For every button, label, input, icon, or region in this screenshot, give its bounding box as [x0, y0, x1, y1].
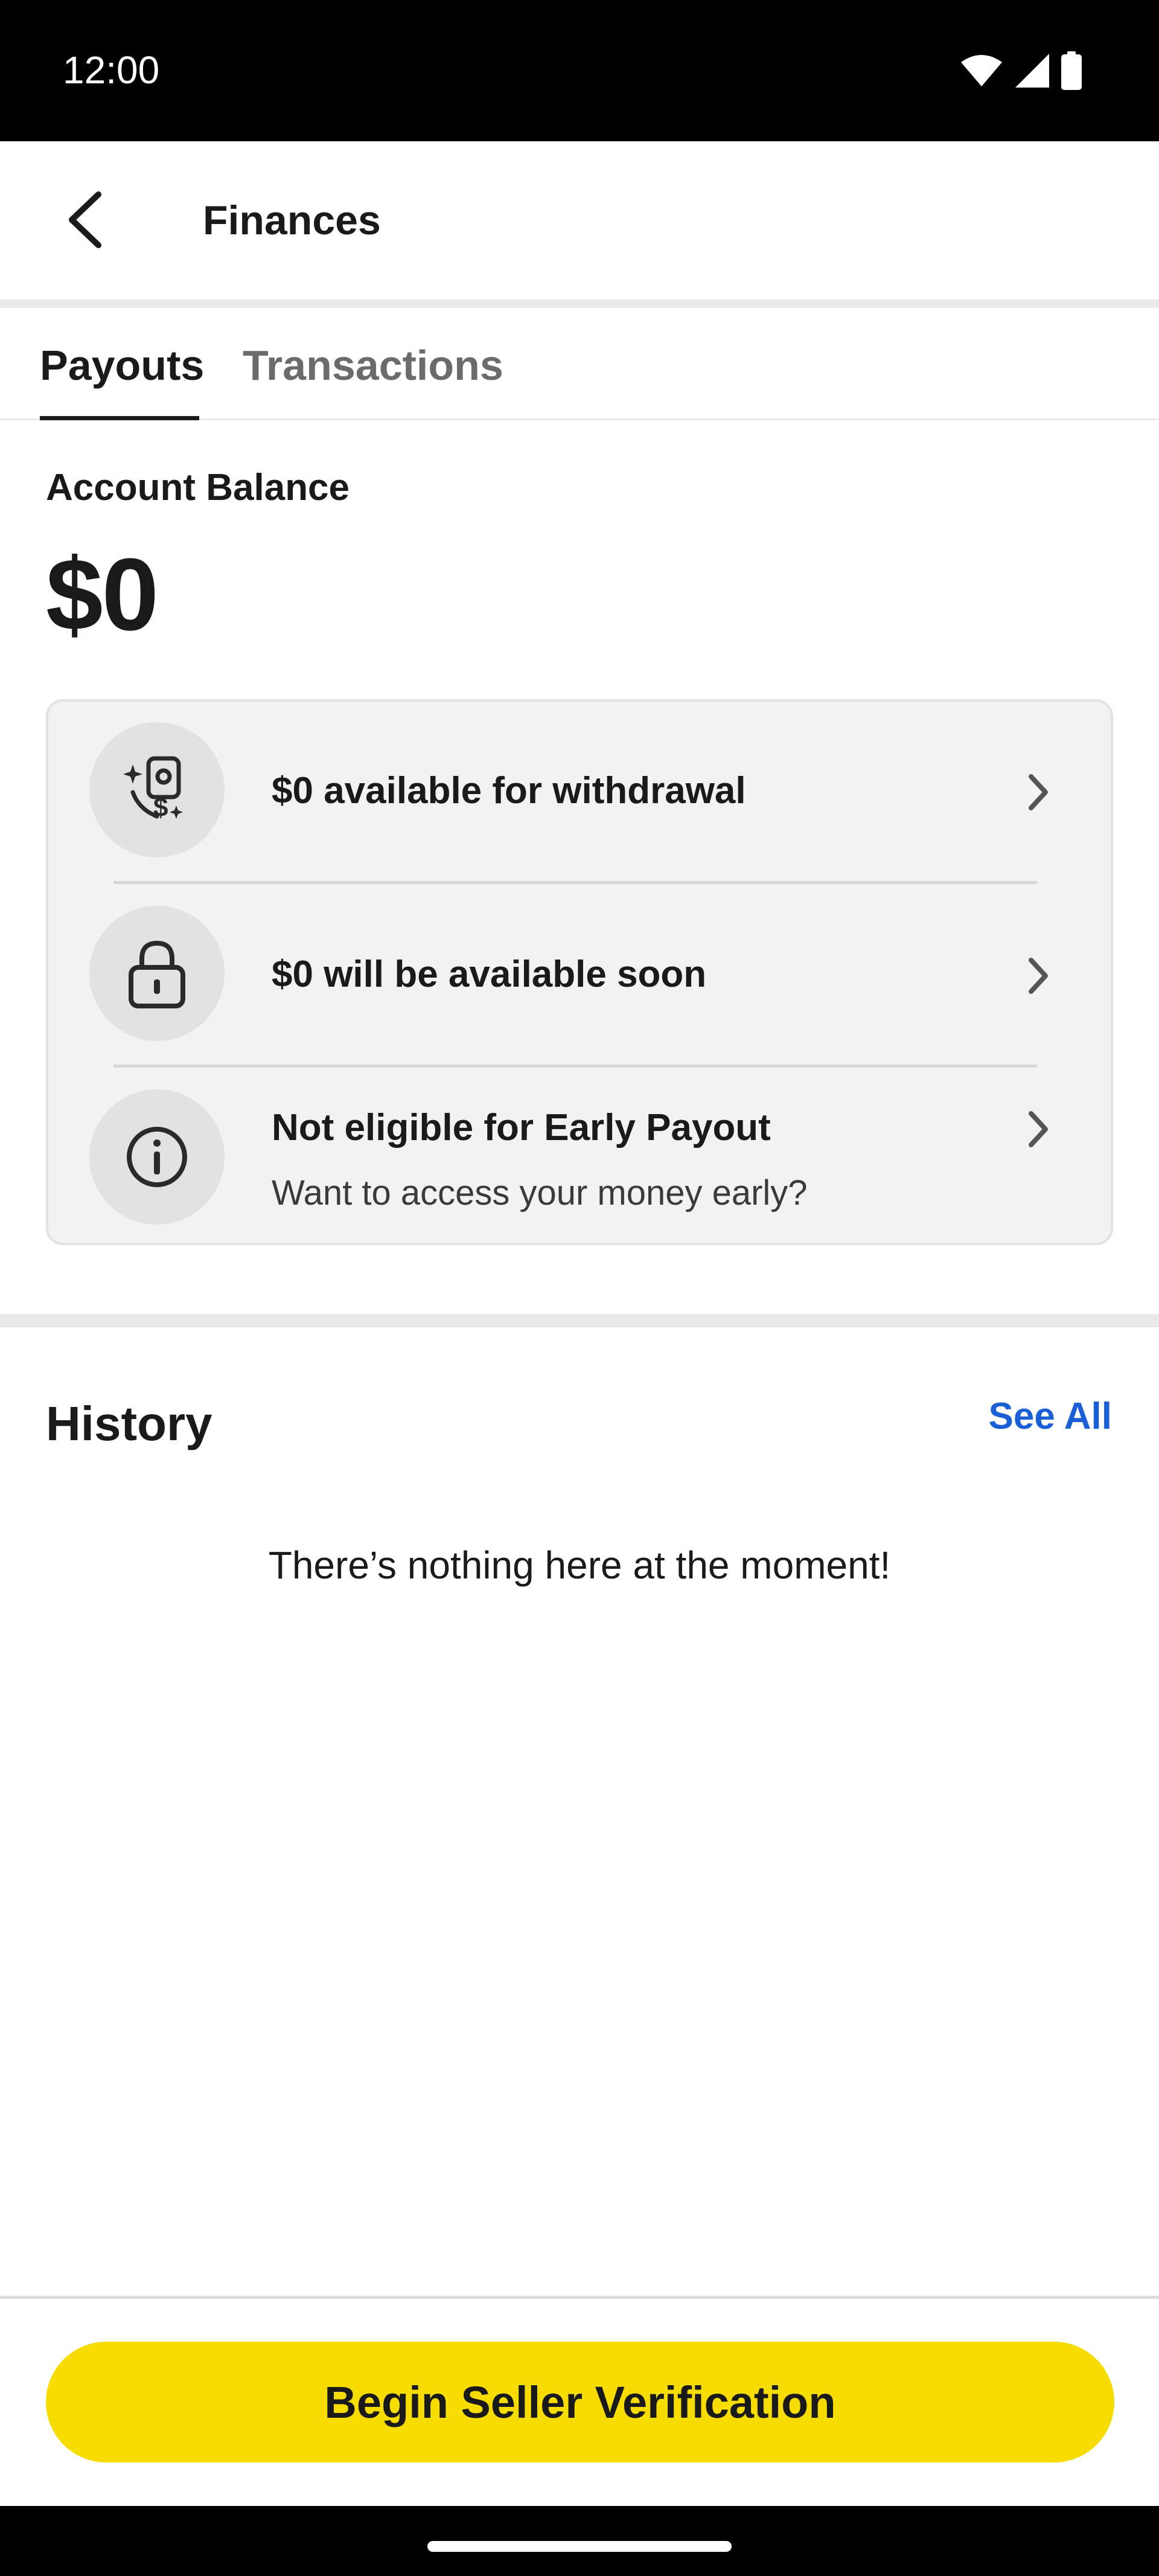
money-sparkle-icon: $	[123, 756, 183, 822]
section-divider	[0, 1314, 1159, 1327]
app-bar-divider	[0, 300, 1159, 308]
back-arrow-icon	[69, 191, 101, 248]
payouts-card: $ $0 available for withdrawal $0 will be…	[46, 699, 1113, 1245]
system-navigation-bar	[0, 2506, 1159, 2576]
available-soon-label: $0 will be available soon	[272, 953, 707, 995]
begin-seller-verification-button[interactable]: Begin Seller Verification	[46, 2342, 1114, 2462]
available-soon-row[interactable]: $0 will be available soon	[48, 885, 1111, 1066]
account-balance-amount: $0	[46, 537, 159, 652]
bottom-divider	[0, 2296, 1159, 2299]
status-bar: 12:00	[0, 0, 1159, 141]
page-title: Finances	[203, 197, 381, 243]
lock-icon	[129, 940, 185, 1008]
active-tab-indicator	[40, 416, 199, 420]
account-balance-label: Account Balance	[46, 467, 350, 508]
cellular-signal-icon	[1015, 54, 1049, 88]
home-gesture-handle[interactable]	[427, 2541, 732, 2552]
app-bar: Finances	[0, 141, 1159, 300]
withdrawal-available-row[interactable]: $ $0 available for withdrawal	[48, 702, 1111, 883]
chevron-right-icon	[1020, 1105, 1056, 1153]
lock-icon-badge	[89, 906, 225, 1041]
row-divider	[113, 1065, 1037, 1068]
chevron-right-icon	[1020, 952, 1056, 1000]
tab-payouts[interactable]: Payouts	[40, 332, 204, 399]
back-button[interactable]	[48, 184, 121, 256]
chevron-right-icon	[1020, 768, 1056, 816]
early-payout-row[interactable]: Not eligible for Early Payout Want to ac…	[48, 1069, 1111, 1250]
row-divider	[113, 881, 1037, 884]
status-icons	[960, 50, 1082, 92]
info-icon	[127, 1127, 187, 1187]
early-payout-title: Not eligible for Early Payout	[272, 1107, 771, 1149]
status-time: 12:00	[63, 48, 160, 92]
withdrawal-available-label: $0 available for withdrawal	[272, 770, 746, 812]
history-title: History	[46, 1397, 212, 1450]
see-all-link[interactable]: See All	[989, 1392, 1112, 1441]
tab-bar: Payouts Transactions	[0, 308, 1159, 420]
battery-icon	[1061, 51, 1082, 90]
wifi-icon	[961, 55, 1002, 86]
withdrawal-icon-badge: $	[89, 722, 225, 857]
tab-transactions[interactable]: Transactions	[243, 332, 503, 399]
early-payout-subtitle: Want to access your money early?	[272, 1173, 808, 1213]
svg-text:$: $	[153, 793, 168, 822]
info-icon-badge	[89, 1089, 225, 1225]
history-empty-message: There’s nothing here at the moment!	[268, 1543, 891, 1587]
